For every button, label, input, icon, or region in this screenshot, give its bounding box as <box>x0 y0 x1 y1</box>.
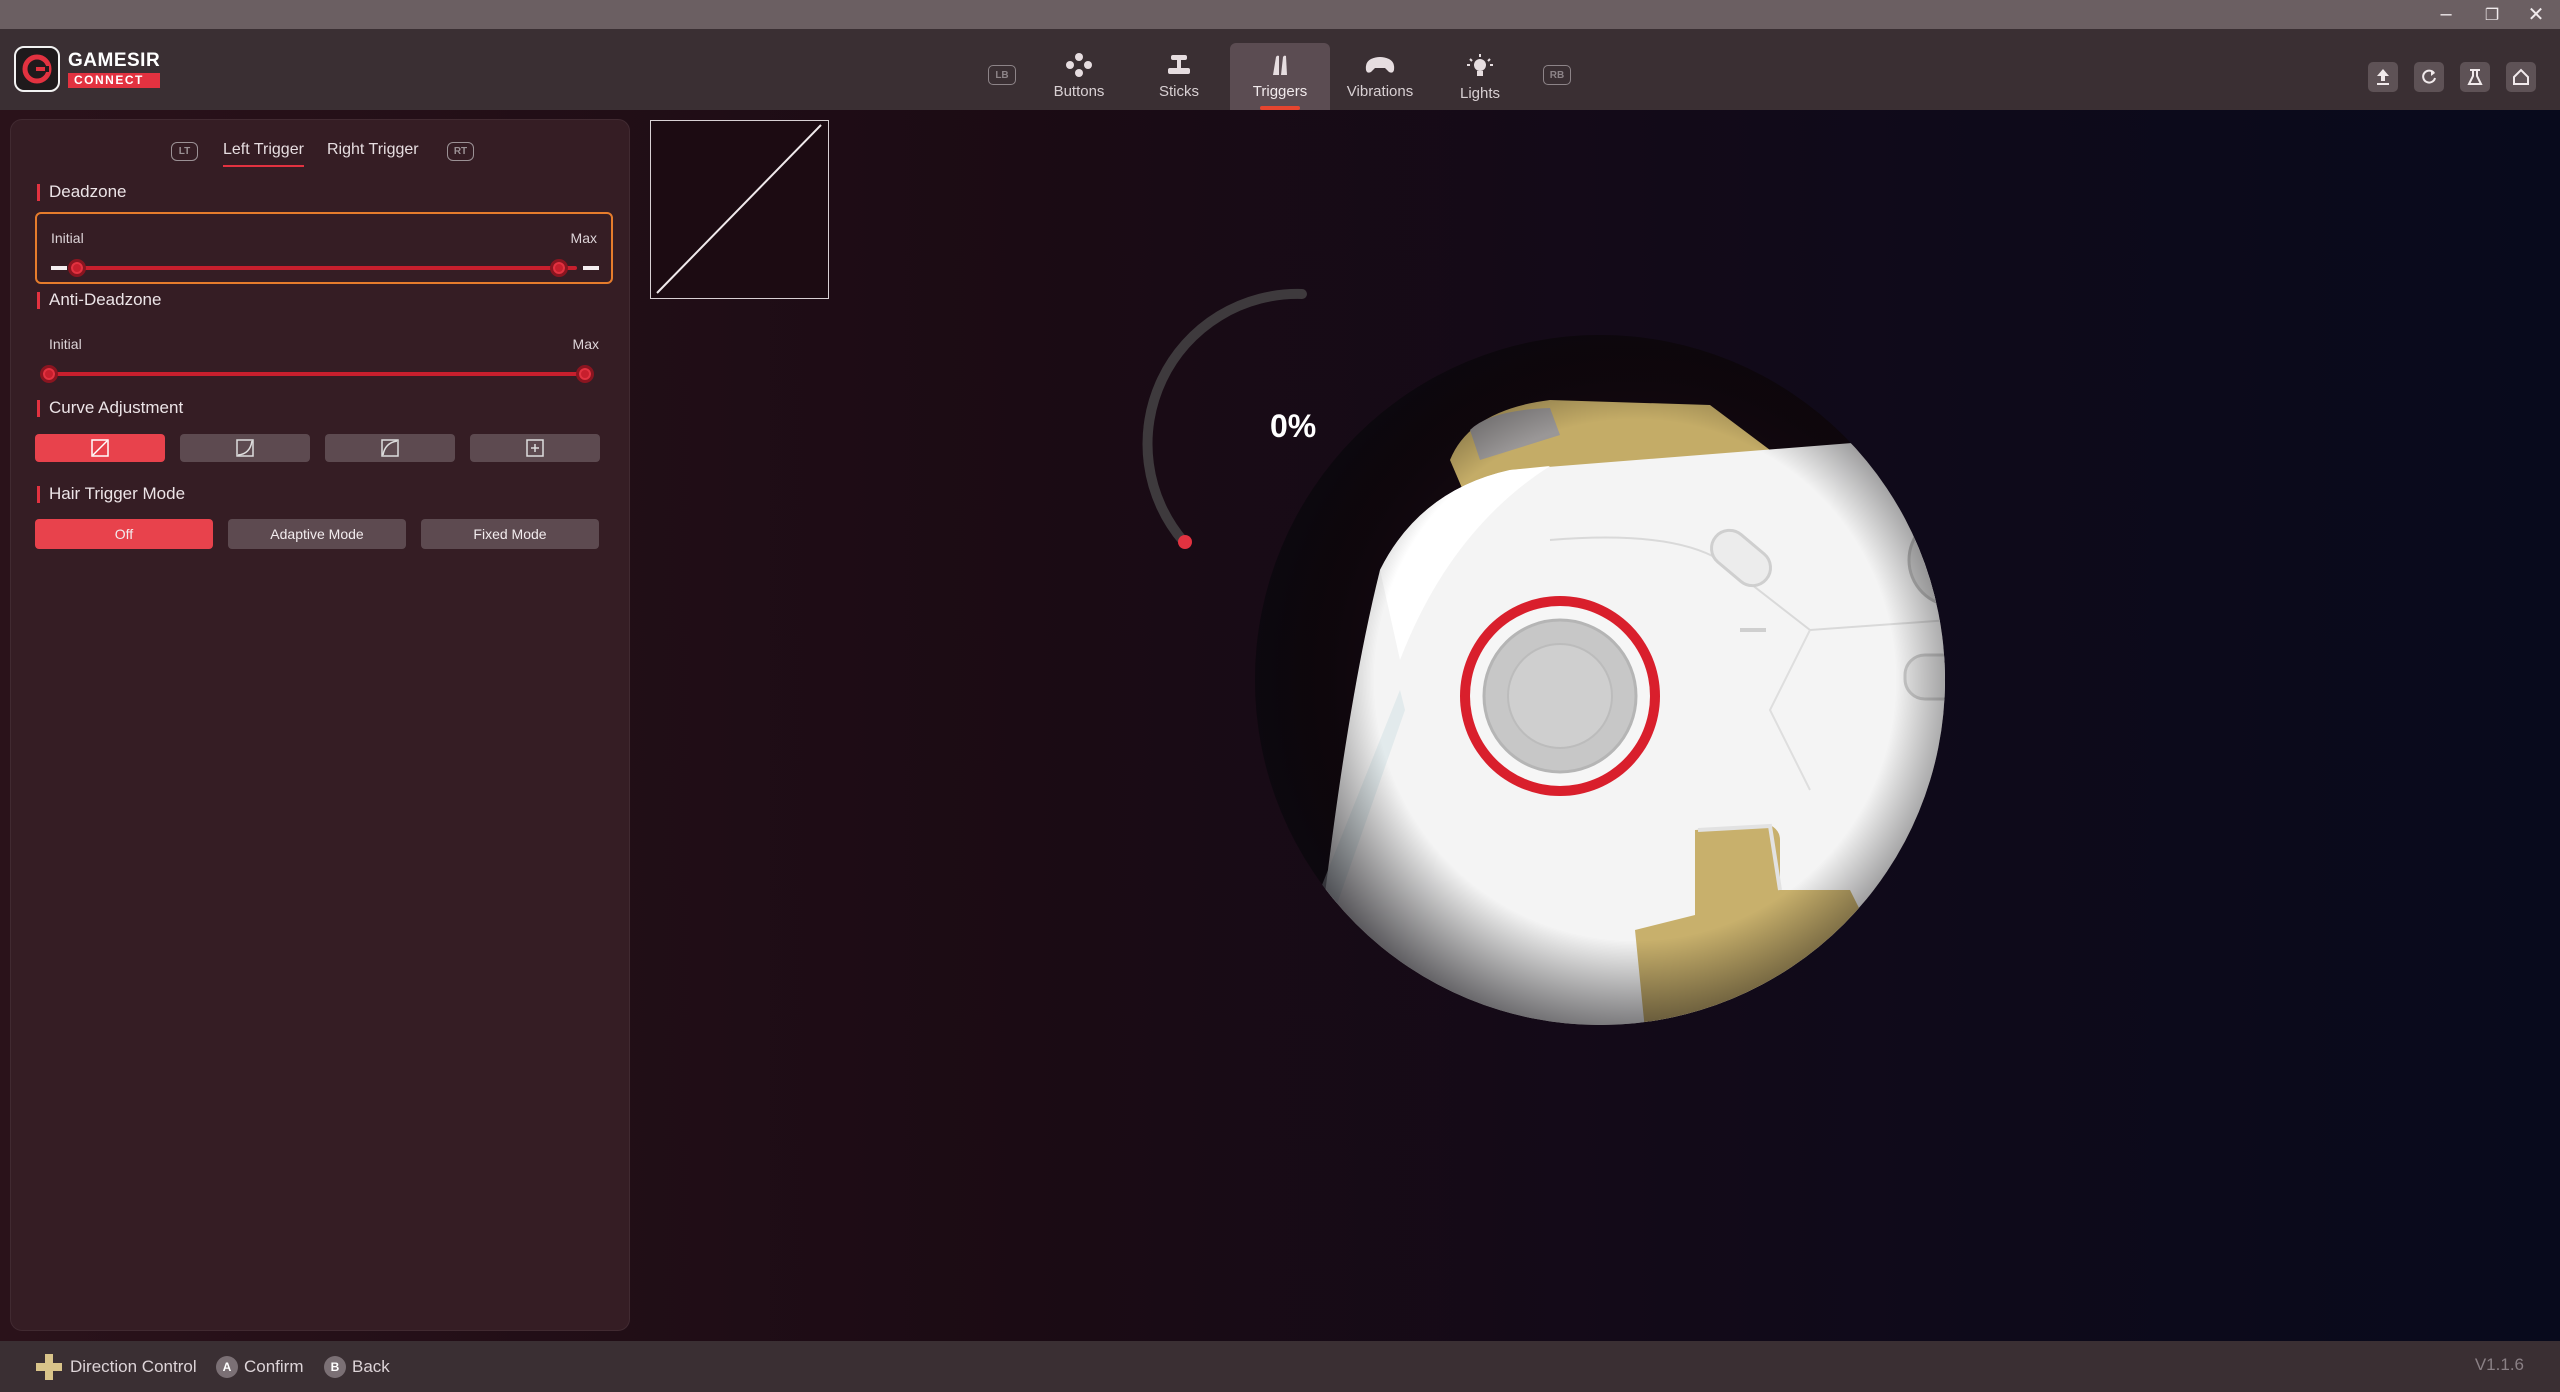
logo-subname: CONNECT <box>68 72 161 88</box>
tab-sticks[interactable]: Sticks <box>1129 43 1229 110</box>
deadzone-title: Deadzone <box>37 182 127 202</box>
deadzone-initial-label: Initial <box>51 230 84 246</box>
sticks-icon <box>1168 55 1190 74</box>
anti-deadzone-track[interactable] <box>49 372 589 376</box>
gauge-position-marker <box>1178 535 1192 549</box>
hint-label: Back <box>352 1356 390 1376</box>
close-icon[interactable]: ✕ <box>2514 0 2558 29</box>
upload-button[interactable] <box>2368 62 2398 92</box>
curve-preview-graph <box>650 120 829 299</box>
triggers-icon <box>1273 55 1287 75</box>
dpad-icon <box>36 1353 62 1380</box>
deadzone-min-handle[interactable] <box>68 259 86 277</box>
home-icon <box>2513 68 2529 85</box>
top-navigation-bar: GAMESIR CONNECT LB Buttons Sticks Trigge… <box>0 29 2560 110</box>
anti-deadzone-initial-label: Initial <box>49 336 82 352</box>
tab-vibrations[interactable]: Vibrations <box>1330 43 1430 110</box>
curve-delayed-button[interactable] <box>180 434 310 462</box>
deadzone-max-label: Max <box>570 230 597 246</box>
tab-label: Buttons <box>1053 83 1105 100</box>
restore-icon[interactable]: ❐ <box>2470 0 2514 29</box>
lt-badge-icon[interactable]: LT <box>171 142 198 161</box>
window-titlebar: – ❐ ✕ <box>0 0 2560 29</box>
curve-linear-icon <box>91 439 109 457</box>
anti-deadzone-min-handle[interactable] <box>40 365 58 383</box>
curve-custom-icon <box>526 439 544 457</box>
tab-label: Triggers <box>1252 83 1308 100</box>
rt-badge-icon[interactable]: RT <box>447 142 474 161</box>
deadzone-track[interactable] <box>77 266 577 270</box>
controller-preview <box>1255 335 1945 1025</box>
reset-icon <box>2422 69 2436 84</box>
anti-deadzone-max-handle[interactable] <box>576 365 594 383</box>
logo-name: GAMESIR <box>68 49 161 71</box>
hint-label: Direction Control <box>70 1356 197 1376</box>
a-button-icon: A <box>216 1355 238 1378</box>
lb-bumper-icon[interactable]: LB <box>988 65 1016 85</box>
hair-trigger-fixed-button[interactable]: Fixed Mode <box>421 519 599 549</box>
curve-aggressive-button[interactable] <box>325 434 455 462</box>
hint-direction-control: Direction Control <box>34 1341 197 1392</box>
anti-deadzone-slider[interactable]: Initial Max <box>35 320 613 392</box>
deadzone-slider[interactable]: Initial Max <box>35 212 613 284</box>
lab-icon <box>2467 69 2483 85</box>
app-logo: GAMESIR CONNECT <box>14 46 166 92</box>
anti-deadzone-max-label: Max <box>572 336 599 352</box>
tab-label: Vibrations <box>1346 83 1414 100</box>
lab-button[interactable] <box>2460 62 2490 92</box>
reset-button[interactable] <box>2414 62 2444 92</box>
tab-right-trigger[interactable]: Right Trigger <box>327 141 419 159</box>
hair-trigger-adaptive-button[interactable]: Adaptive Mode <box>228 519 406 549</box>
deadzone-min-cap <box>51 266 67 270</box>
deadzone-max-handle[interactable] <box>550 259 568 277</box>
curve-custom-button[interactable] <box>470 434 600 462</box>
hint-confirm: A Confirm <box>216 1341 304 1392</box>
tab-triggers[interactable]: Triggers <box>1230 43 1330 110</box>
curve-linear-button[interactable] <box>35 434 165 462</box>
tab-lights[interactable]: Lights <box>1430 43 1530 110</box>
tab-label: Lights <box>1459 85 1501 102</box>
hint-label: Confirm <box>244 1356 304 1376</box>
tab-left-trigger[interactable]: Left Trigger <box>223 141 304 167</box>
upload-icon <box>2377 69 2389 85</box>
home-button[interactable] <box>2506 62 2536 92</box>
tab-label: Sticks <box>1158 83 1199 100</box>
buttons-icon <box>1066 53 1092 77</box>
app-version: V1.1.6 <box>2474 1355 2524 1374</box>
hair-trigger-off-button[interactable]: Off <box>35 519 213 549</box>
deadzone-max-cap <box>583 266 599 270</box>
gamesir-logo-icon <box>14 46 60 92</box>
curve-delayed-icon <box>236 439 254 457</box>
curve-aggressive-icon <box>381 439 399 457</box>
anti-deadzone-title: Anti-Deadzone <box>36 290 161 310</box>
minimize-icon[interactable]: – <box>2424 0 2468 29</box>
b-button-icon: B <box>324 1355 346 1378</box>
rb-bumper-icon[interactable]: RB <box>1543 65 1571 85</box>
gamepad-icon <box>1365 57 1395 73</box>
trigger-subtabs: LT Left Trigger Right Trigger RT <box>11 133 631 167</box>
hair-trigger-title: Hair Trigger Mode <box>36 484 185 504</box>
tab-buttons[interactable]: Buttons <box>1029 43 1129 110</box>
trigger-settings-panel: LT Left Trigger Right Trigger RT Deadzon… <box>10 119 630 1331</box>
bottom-hint-bar: Direction Control A Confirm B Back V1.1.… <box>0 1341 2560 1392</box>
curve-adjustment-title: Curve Adjustment <box>36 398 183 418</box>
hint-back: B Back <box>324 1341 390 1392</box>
bulb-icon <box>1467 54 1493 76</box>
